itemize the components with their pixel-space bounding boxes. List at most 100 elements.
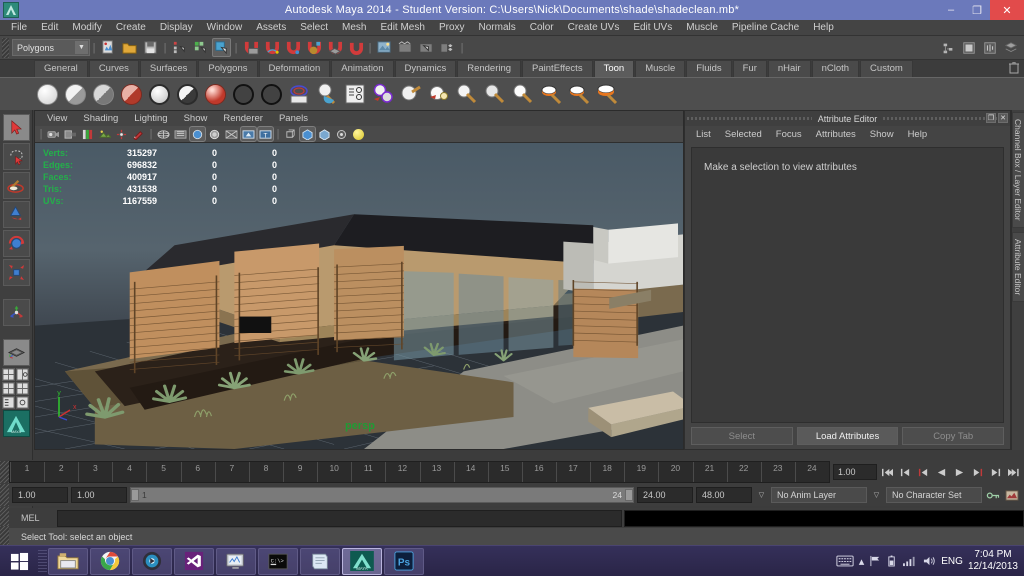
persp-outliner-layout[interactable] xyxy=(15,368,29,381)
snap-to-curve-icon[interactable] xyxy=(262,38,281,57)
toon-shaded-brightness-three-tone-icon[interactable] xyxy=(482,81,508,107)
keyboard-icon[interactable] xyxy=(836,555,854,567)
xray-mode-icon[interactable] xyxy=(283,127,298,141)
chevron-down-icon[interactable]: ▽ xyxy=(870,487,883,503)
snap-to-projected-center-icon[interactable] xyxy=(304,38,323,57)
menu-item-mesh[interactable]: Mesh xyxy=(335,20,373,36)
taskbar-system-monitor[interactable] xyxy=(216,547,256,575)
smooth-shade-all-icon[interactable] xyxy=(173,127,188,141)
save-scene-icon[interactable] xyxy=(141,38,160,57)
ae-menu-attributes[interactable]: Attributes xyxy=(809,129,863,140)
shelf-tab-animation[interactable]: Animation xyxy=(331,60,394,77)
shelf-tab-toon[interactable]: Toon xyxy=(593,60,635,77)
use-all-lights-icon[interactable] xyxy=(224,127,239,141)
animation-start-time-field[interactable]: 1.00 xyxy=(12,487,68,503)
bookmark-icon[interactable] xyxy=(80,127,95,141)
minimize-button[interactable]: – xyxy=(938,0,964,20)
network-signal-icon[interactable] xyxy=(902,555,917,567)
toon-shaded-brightness-icon[interactable] xyxy=(398,81,424,107)
wireframe-shading-icon[interactable] xyxy=(156,127,171,141)
show-manipulator-tool[interactable] xyxy=(2,299,30,326)
volume-icon[interactable] xyxy=(922,555,936,567)
menu-item-select[interactable]: Select xyxy=(293,20,335,36)
toon-outline-thick-icon[interactable] xyxy=(258,81,284,107)
select-by-object-icon[interactable] xyxy=(191,38,210,57)
maximize-button[interactable]: ❐ xyxy=(964,0,990,20)
shelf-tab-curves[interactable]: Curves xyxy=(88,60,139,77)
shelf-tab-general[interactable]: General xyxy=(34,60,88,77)
toon-outline-icon[interactable] xyxy=(230,81,256,107)
viewport-menu-view[interactable]: View xyxy=(39,113,75,124)
menu-item-display[interactable]: Display xyxy=(153,20,200,36)
camera-attributes-icon[interactable] xyxy=(63,127,78,141)
shelf-tab-fluids[interactable]: Fluids xyxy=(686,60,732,77)
menu-item-edit-mesh[interactable]: Edit Mesh xyxy=(373,20,431,36)
start-button[interactable] xyxy=(0,546,38,576)
action-center-icon[interactable] xyxy=(869,555,882,567)
command-output-field[interactable] xyxy=(624,509,1024,527)
shelf-tab-dynamics[interactable]: Dynamics xyxy=(394,60,457,77)
toon-thick-profile-icon[interactable] xyxy=(594,81,620,107)
lasso-select-tool[interactable] xyxy=(2,143,30,170)
open-scene-icon[interactable] xyxy=(120,38,139,57)
show-hidden-icons-button[interactable]: ▴ xyxy=(859,555,865,568)
menu-item-muscle[interactable]: Muscle xyxy=(679,20,725,36)
paint-selection-tool[interactable] xyxy=(2,172,30,199)
key-icon[interactable] xyxy=(985,487,1001,503)
toon-light-angle-two-tone-icon[interactable] xyxy=(454,81,480,107)
toon-fill-red-icon[interactable] xyxy=(118,81,144,107)
viewport-menu-renderer[interactable]: Renderer xyxy=(215,113,271,124)
shelf-tab-polygons[interactable]: Polygons xyxy=(198,60,258,77)
time-slider-grip[interactable] xyxy=(0,461,9,483)
menu-item-assets[interactable]: Assets xyxy=(249,20,293,36)
taskbar-google-chrome[interactable] xyxy=(90,547,130,575)
animation-preferences-icon[interactable] xyxy=(1004,487,1020,503)
select-by-hierarchy-icon[interactable] xyxy=(170,38,189,57)
ae-menu-help[interactable]: Help xyxy=(901,129,935,140)
toon-fill-solid-icon[interactable] xyxy=(146,81,172,107)
shelf-tab-ncloth[interactable]: nCloth xyxy=(811,60,860,77)
single-perspective-layout[interactable] xyxy=(2,339,30,366)
tab-channel-box-layer-editor[interactable]: Channel Box / Layer Editor xyxy=(1012,112,1024,228)
render-sequence-icon[interactable] xyxy=(396,38,415,57)
menu-item-create[interactable]: Create xyxy=(109,20,153,36)
toon-fill-white-icon[interactable] xyxy=(34,81,60,107)
range-handle-right[interactable] xyxy=(625,489,633,501)
playback-end-time-field[interactable]: 24.00 xyxy=(637,487,693,503)
chevron-down-icon[interactable]: ▽ xyxy=(755,487,768,503)
viewport-menu-show[interactable]: Show xyxy=(176,113,216,124)
character-set-selector[interactable]: No Character Set xyxy=(886,487,982,503)
undock-panel-button[interactable]: ❐ xyxy=(986,113,996,123)
smooth-shade-selected-icon[interactable] xyxy=(189,126,206,142)
battery-icon[interactable] xyxy=(887,555,897,567)
step-forward-key-button[interactable] xyxy=(987,464,1003,480)
range-slider-grip[interactable] xyxy=(0,484,9,506)
viewport-menu-panels[interactable]: Panels xyxy=(271,113,316,124)
grease-pencil-icon[interactable] xyxy=(131,127,146,141)
play-forwards-button[interactable] xyxy=(951,464,967,480)
menu-item-create-uvs[interactable]: Create UVs xyxy=(561,20,627,36)
menu-item-help[interactable]: Help xyxy=(806,20,841,36)
ae-menu-list[interactable]: List xyxy=(689,129,718,140)
shadows-icon[interactable] xyxy=(240,126,257,142)
menuset-selector[interactable]: Polygons ▼ xyxy=(12,39,90,56)
shelf-tab-fur[interactable]: Fur xyxy=(732,60,767,77)
texture-display-icon[interactable]: T xyxy=(257,126,274,142)
render-view-icon[interactable] xyxy=(375,38,394,57)
lighting-toggle-icon[interactable] xyxy=(351,127,366,141)
step-back-key-button[interactable] xyxy=(897,464,913,480)
two-pane-split-layout[interactable] xyxy=(1,382,15,395)
taskbar-adobe-photoshop[interactable]: Ps xyxy=(384,547,424,575)
toon-assign-paint-effects-icon[interactable] xyxy=(314,81,340,107)
current-frame-field[interactable]: 1.00 xyxy=(833,464,877,480)
toggle-tool-settings-icon[interactable] xyxy=(980,38,999,57)
menu-item-edit[interactable]: Edit xyxy=(34,20,65,36)
snap-to-grid-icon[interactable] xyxy=(241,38,260,57)
three-pane-layout[interactable] xyxy=(15,382,29,395)
close-button[interactable]: ✕ xyxy=(990,0,1024,20)
toon-line-attributes-icon[interactable] xyxy=(342,81,368,107)
menu-item-edit-uvs[interactable]: Edit UVs xyxy=(626,20,679,36)
taskbar-file-explorer[interactable] xyxy=(48,547,88,575)
toon-dark-profile-icon[interactable] xyxy=(510,81,536,107)
toon-multi-color-icon[interactable] xyxy=(370,81,396,107)
